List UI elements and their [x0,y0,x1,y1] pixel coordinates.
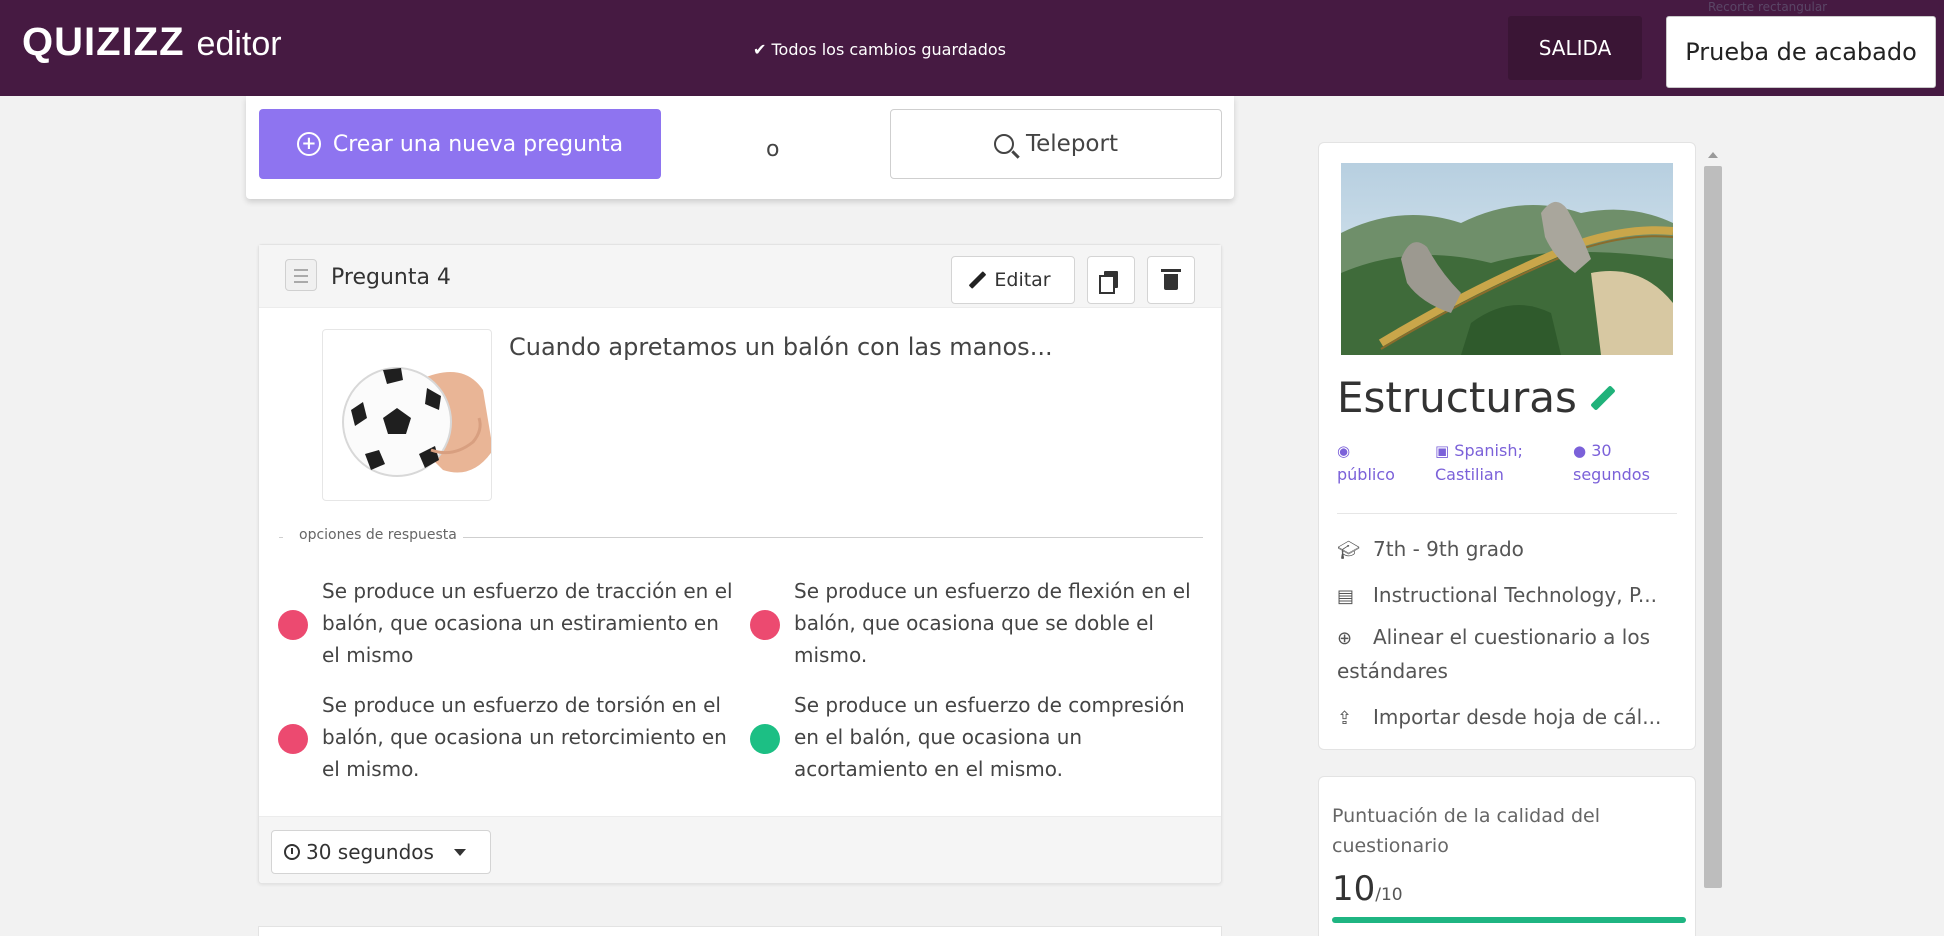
language-icon: ▣ [1435,442,1450,460]
visibility-meta[interactable]: ◉ público [1337,439,1417,487]
graduation-cap-icon: 🎓︎ [1337,540,1360,561]
time-limit-select[interactable]: 30 segundos [271,830,491,874]
align-standards-text: Alinear el cuestionario a los estándares [1337,625,1650,683]
incorrect-marker-icon [278,724,308,754]
create-question-bar: + Crear una nueva pregunta o Teleport [246,96,1234,199]
plus-circle-icon: + [296,132,321,156]
create-question-button[interactable]: + Crear una nueva pregunta [259,109,661,179]
quizizz-logo[interactable]: QUIZIZZ editor [22,20,282,65]
exit-button[interactable]: SALIDA [1508,16,1642,80]
sidebar-divider [1337,513,1677,514]
caret-down-icon [453,848,466,856]
answer-option[interactable]: Se produce un esfuerzo de flexión en el … [750,575,1191,675]
create-question-label: Crear una nueva pregunta [332,131,624,157]
incorrect-marker-icon [750,610,780,640]
time-limit-value: 30 segundos [306,840,434,864]
quality-score: 10/10 [1332,869,1403,909]
incorrect-marker-icon [278,610,308,640]
snip-tool-hint: Recorte rectangular [1708,0,1828,14]
top-bar: Recorte rectangular QUIZIZZ editor ✔ Tod… [0,0,1944,96]
eye-icon: ◉ [1337,442,1351,460]
question-header: Pregunta 4 Editar [259,245,1221,308]
search-icon [994,134,1014,154]
edit-label: Editar [994,269,1051,291]
align-standards-link[interactable]: ⊕ Alinear el cuestionario a los estándare… [1337,621,1687,687]
import-spreadsheet-link[interactable]: ⇪ Importar desde hoja de cál... [1337,701,1687,735]
or-separator: o [766,137,780,162]
edit-title-pencil-icon[interactable] [1590,384,1616,411]
language-text: Spanish; Castilian [1435,441,1523,484]
quiz-title: Estructuras [1337,373,1616,422]
quality-progress-fill [1332,917,1686,923]
copy-icon [1099,271,1118,294]
duration-meta[interactable]: ● 30 segundos [1573,439,1683,487]
plus-circle-icon: ⊕ [1337,628,1353,649]
answer-option-text: Se produce un esfuerzo de flexión en el … [794,579,1191,667]
quiz-title-text: Estructuras [1337,373,1577,422]
logo-editor-label: editor [196,25,282,63]
subject-text: Instructional Technology, P... [1373,583,1657,607]
visibility-text: público [1337,465,1395,484]
answer-option[interactable]: Se produce un esfuerzo de tracción en el… [278,575,733,675]
quality-progress-bar [1332,917,1686,923]
answer-option[interactable]: Se produce un esfuerzo de torsión en el … [278,689,727,789]
answer-options-label: opciones de respuesta [283,527,463,543]
save-status: ✔ Todos los cambios guardados [753,40,1006,59]
document-icon: ▤ [1337,586,1355,607]
quiz-info-card: Estructuras ◉ público ▣ Spanish; Castili… [1318,142,1696,750]
quiz-quality-card: Puntuación de la calidad del cuestionari… [1318,776,1696,936]
finish-quiz-button[interactable]: Prueba de acabado [1666,16,1936,88]
duplicate-question-button[interactable] [1087,256,1135,304]
trash-icon [1161,269,1181,290]
scrollbar-thumb[interactable] [1704,166,1722,888]
teleport-label: Teleport [1026,131,1118,157]
answer-options-divider: opciones de respuesta [279,527,1203,547]
pencil-icon [969,271,987,289]
clock-icon: ● [1573,442,1587,460]
subject-row[interactable]: ▤ Instructional Technology, P... [1337,579,1687,613]
quality-score-max: /10 [1375,885,1403,905]
edit-question-button[interactable]: Editar [951,256,1075,304]
answer-option-text: Se produce un esfuerzo de compresión en … [794,693,1185,781]
import-spreadsheet-text: Importar desde hoja de cál... [1373,705,1662,729]
logo-wordmark: QUIZIZZ [22,20,185,64]
upload-icon: ⇪ [1337,708,1353,729]
drag-handle-icon[interactable] [285,259,317,291]
question-title: Pregunta 4 [331,265,451,290]
question-footer: 30 segundos [259,816,1221,883]
answer-option-text: Se produce un esfuerzo de tracción en el… [322,579,733,667]
answer-option-text: Se produce un esfuerzo de torsión en el … [322,693,727,781]
grade-text: 7th - 9th grado [1373,537,1524,561]
question-text: Cuando apretamos un balón con las manos.… [509,333,1053,361]
quality-score-value: 10 [1332,869,1376,909]
next-question-card [258,926,1222,936]
delete-question-button[interactable] [1147,256,1195,304]
quiz-cover-image[interactable] [1341,163,1673,355]
question-card: Pregunta 4 Editar Cuando apretamos un ba… [258,244,1222,884]
quality-label: Puntuación de la calidad del cuestionari… [1332,805,1601,857]
bridge-landscape-illustration [1341,163,1673,355]
hand-ball-illustration [342,367,491,477]
clock-icon [284,844,300,860]
scroll-up-arrow-icon[interactable] [1708,152,1718,158]
sidebar-scrollbar[interactable] [1702,140,1724,890]
question-image[interactable] [322,329,492,501]
language-meta[interactable]: ▣ Spanish; Castilian [1435,439,1555,487]
answer-option[interactable]: Se produce un esfuerzo de compresión en … [750,689,1190,789]
grade-row[interactable]: 🎓︎ 7th - 9th grado [1337,533,1687,567]
teleport-button[interactable]: Teleport [890,109,1222,179]
correct-marker-icon [750,724,780,754]
